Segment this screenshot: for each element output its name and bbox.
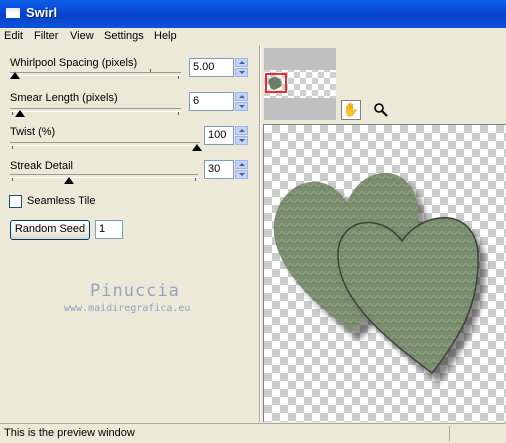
window-title: Swirl xyxy=(26,5,58,20)
spin-down-button[interactable] xyxy=(235,170,248,179)
preview-window[interactable] xyxy=(263,124,506,422)
status-segment xyxy=(449,426,505,441)
slider-tick xyxy=(178,76,179,79)
streak-detail-input[interactable]: 30 xyxy=(204,160,234,179)
streak-detail-spinner[interactable] xyxy=(235,160,248,179)
watermark-url: www.maidiregrafica.eu xyxy=(64,303,191,314)
menu-settings[interactable]: Settings xyxy=(104,30,144,42)
random-seed-input[interactable]: 1 xyxy=(95,220,123,239)
slider-tick xyxy=(12,112,13,115)
streak-detail-slider-thumb[interactable] xyxy=(64,177,74,184)
smear-length-slider-track[interactable] xyxy=(10,108,181,112)
hand-tool-button[interactable]: ✋ xyxy=(341,100,361,120)
hand-icon: ✋ xyxy=(342,102,360,117)
spin-up-button[interactable] xyxy=(235,92,248,101)
navigator-band xyxy=(264,98,336,120)
magnifier-icon xyxy=(374,103,388,117)
spin-up-button[interactable] xyxy=(235,58,248,67)
streak-detail-slider-track[interactable] xyxy=(10,174,198,178)
spin-down-button[interactable] xyxy=(235,102,248,111)
whirlpool-spacing-label: Whirlpool Spacing (pixels) xyxy=(10,57,138,69)
slider-tick xyxy=(150,69,151,72)
navigator-view-rect[interactable] xyxy=(265,73,287,93)
smear-length-slider-thumb[interactable] xyxy=(14,110,25,117)
smear-length-label: Smear Length (pixels) xyxy=(10,92,118,104)
whirlpool-spacing-slider-thumb[interactable] xyxy=(10,72,20,79)
whirlpool-spacing-spinner[interactable] xyxy=(235,58,248,77)
twist-input[interactable]: 100 xyxy=(204,126,234,145)
spin-down-button[interactable] xyxy=(235,136,248,145)
whirlpool-spacing-input[interactable]: 5.00 xyxy=(189,58,234,77)
navigator-thumbnail[interactable] xyxy=(264,48,336,120)
slider-tick xyxy=(12,178,13,181)
random-seed-button[interactable]: Random Seed xyxy=(10,220,90,240)
status-bar: This is the preview window xyxy=(0,423,506,443)
smear-length-spinner[interactable] xyxy=(235,92,248,111)
preview-image xyxy=(273,172,486,383)
panel-divider xyxy=(259,45,261,422)
smear-length-input[interactable]: 6 xyxy=(189,92,234,111)
spin-down-button[interactable] xyxy=(235,68,248,77)
slider-tick xyxy=(12,146,13,149)
whirlpool-spacing-slider-track[interactable] xyxy=(10,72,181,76)
streak-detail-label: Streak Detail xyxy=(10,160,73,172)
title-bar[interactable]: Swirl xyxy=(0,0,506,28)
slider-tick xyxy=(178,112,179,115)
navigator-band xyxy=(264,48,336,70)
twist-label: Twist (%) xyxy=(10,126,56,138)
menu-edit[interactable]: Edit xyxy=(4,30,23,42)
twist-slider-thumb[interactable] xyxy=(192,144,202,151)
zoom-tool-button[interactable] xyxy=(371,100,391,120)
spin-up-button[interactable] xyxy=(235,126,248,135)
status-text: This is the preview window xyxy=(4,427,135,439)
menu-view[interactable]: View xyxy=(70,30,94,42)
menu-filter[interactable]: Filter xyxy=(34,30,58,42)
twist-slider-track[interactable] xyxy=(10,142,200,146)
watermark-name: Pinuccia xyxy=(90,281,180,301)
twist-spinner[interactable] xyxy=(235,126,248,145)
seamless-tile-checkbox[interactable] xyxy=(9,195,22,208)
seamless-tile-label: Seamless Tile xyxy=(27,195,96,207)
spin-up-button[interactable] xyxy=(235,160,248,169)
menu-bar: Edit Filter View Settings Help xyxy=(0,28,506,45)
slider-tick xyxy=(195,178,196,181)
window-icon xyxy=(6,8,20,18)
menu-help[interactable]: Help xyxy=(154,30,177,42)
